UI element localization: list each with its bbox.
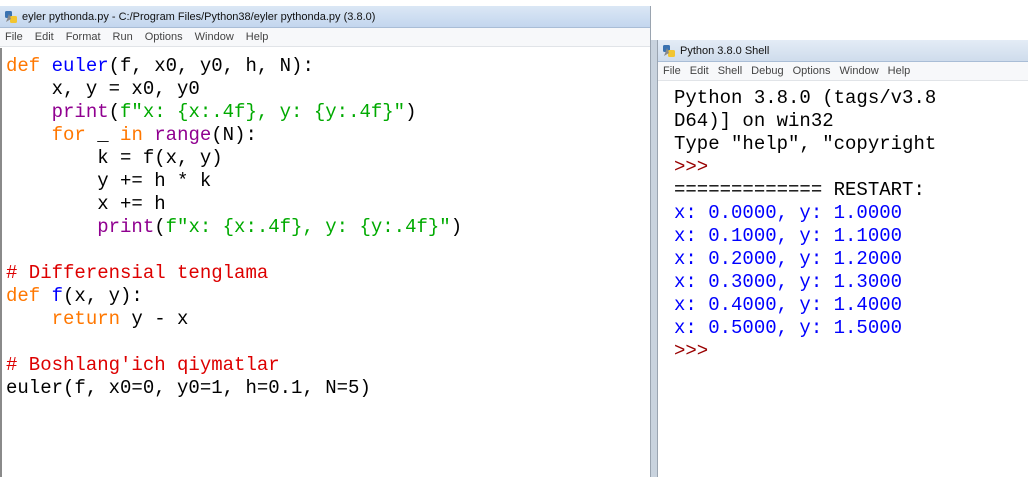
code-line: x += h [6,193,650,216]
code-line: x, y = x0, y0 [6,78,650,101]
shell-token: x: 0.3000, y: 1.3000 [674,271,903,293]
code-token: k = f(x, y) [6,147,223,169]
code-token: x += h [6,193,166,215]
code-token: x, y = x0, y0 [6,78,200,100]
shell-line: >>> [674,156,1028,179]
code-token: y += h * k [6,170,212,192]
code-line: y += h * k [6,170,650,193]
editor-menu-run[interactable]: Run [113,31,133,43]
editor-menu-window[interactable]: Window [195,31,234,43]
shell-menu-help[interactable]: Help [888,65,911,77]
editor-title: eyler pythonda.py - C:/Program Files/Pyt… [22,10,376,23]
shell-menu-options[interactable]: Options [793,65,831,77]
code-line: # Boshlang'ich qiymatlar [6,354,650,377]
editor-window: eyler pythonda.py - C:/Program Files/Pyt… [0,6,651,477]
shell-menu-edit[interactable]: Edit [690,65,709,77]
shell-token: x: 0.0000, y: 1.0000 [674,202,903,224]
shell-menu-file[interactable]: File [663,65,681,77]
code-token: f"x: {x:.4f}, y: {y:.4f}" [165,216,451,238]
shell-token: >>> [674,156,709,178]
code-line: def f(x, y): [6,285,650,308]
shell-menu-window[interactable]: Window [840,65,879,77]
shell-line: ============= RESTART: [674,179,1028,202]
code-token: ) [450,216,463,238]
code-token: y - x [120,308,189,330]
code-token: euler(f, x0=0, y0=1, h=0.1, N=5) [6,377,371,399]
shell-token: Type "help", "copyright [674,133,937,155]
code-token: (N): [211,124,257,146]
code-line: k = f(x, y) [6,147,650,170]
editor-titlebar[interactable]: eyler pythonda.py - C:/Program Files/Pyt… [0,6,650,28]
code-line: # Differensial tenglama [6,262,650,285]
shell-line: Python 3.8.0 (tags/v3.8 [674,87,1028,110]
shell-line: D64)] on win32 [674,110,1028,133]
shell-token: x: 0.5000, y: 1.5000 [674,317,903,339]
code-token: def [6,55,52,77]
shell-line: Type "help", "copyright [674,133,1028,156]
code-token: for [6,124,86,146]
shell-line: x: 0.3000, y: 1.3000 [674,271,1028,294]
code-token: (f, x0, y0, h, N): [108,55,314,77]
editor-menu-file[interactable]: File [5,31,23,43]
shell-token: x: 0.4000, y: 1.4000 [674,294,903,316]
shell-line: >>> [674,340,1028,363]
code-token: (x, y): [63,285,143,307]
code-line: print(f"x: {x:.4f}, y: {y:.4f}") [6,216,650,239]
shell-token: x: 0.1000, y: 1.1000 [674,225,903,247]
code-token: range [154,124,212,146]
editor-menu-edit[interactable]: Edit [35,31,54,43]
editor-menu-format[interactable]: Format [66,31,101,43]
shell-menu-debug[interactable]: Debug [751,65,783,77]
editor-menubar: File Edit Format Run Options Window Help [0,28,650,47]
shell-line: x: 0.0000, y: 1.0000 [674,202,1028,225]
shell-line: x: 0.5000, y: 1.5000 [674,317,1028,340]
code-token: # Boshlang'ich qiymatlar [6,354,280,376]
python-icon [4,10,18,24]
code-token: in [120,124,155,146]
shell-titlebar[interactable]: Python 3.8.0 Shell [658,40,1028,62]
python-icon [662,44,676,58]
code-token: print [6,101,109,123]
shell-title: Python 3.8.0 Shell [680,44,770,57]
code-token: ( [154,216,166,238]
code-editor[interactable]: def euler(f, x0, y0, h, N): x, y = x0, y… [0,47,650,400]
shell-token: >>> [674,340,709,362]
shell-window: Python 3.8.0 Shell File Edit Shell Debug Opt… [657,40,1028,477]
shell-line: x: 0.1000, y: 1.1000 [674,225,1028,248]
editor-menu-options[interactable]: Options [145,31,183,43]
shell-token: D64)] on win32 [674,110,834,132]
shell-line: x: 0.4000, y: 1.4000 [674,294,1028,317]
shell-menubar: File Edit Shell Debug Options Window Help [658,62,1028,81]
code-token: f [51,285,64,307]
code-token: # Differensial tenglama [6,262,269,284]
editor-left-border [0,48,2,477]
shell-token: ============= RESTART: [674,179,925,201]
code-line: print(f"x: {x:.4f}, y: {y:.4f}") [6,101,650,124]
editor-menu-help[interactable]: Help [246,31,269,43]
code-token: ( [108,101,121,123]
shell-line: x: 0.2000, y: 1.2000 [674,248,1028,271]
code-token: def [6,285,52,307]
code-token: ) [405,101,417,123]
code-line: for _ in range(N): [6,124,650,147]
shell-menu-shell[interactable]: Shell [718,65,742,77]
shell-output[interactable]: Python 3.8.0 (tags/v3.8 D64)] on win32 Typ… [658,81,1028,363]
code-token: return [6,308,121,330]
code-token: _ [85,124,121,146]
code-line: return y - x [6,308,650,331]
shell-token: Python 3.8.0 (tags/v3.8 [674,87,937,109]
shell-token: x: 0.2000, y: 1.2000 [674,248,903,270]
code-token: f"x: {x:.4f}, y: {y:.4f}" [120,101,406,123]
code-token: print [6,216,155,238]
code-line: euler(f, x0=0, y0=1, h=0.1, N=5) [6,377,650,400]
code-token: euler [51,55,109,77]
code-line: def euler(f, x0, y0, h, N): [6,55,650,78]
